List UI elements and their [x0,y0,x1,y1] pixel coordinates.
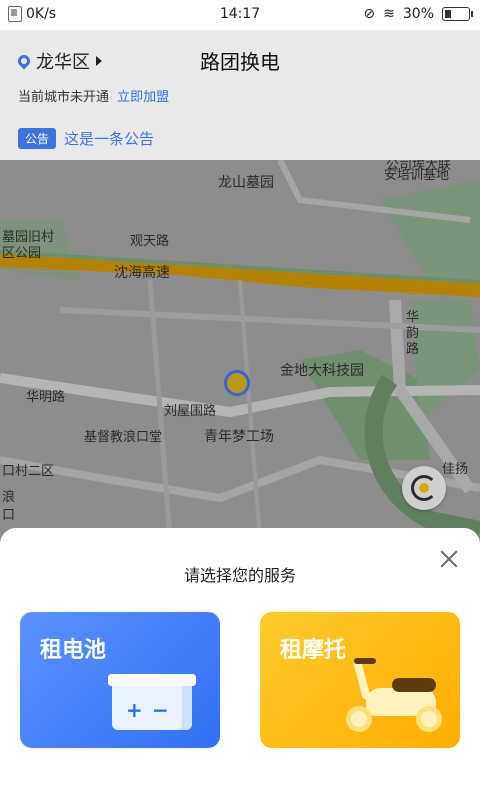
map-label: 路 [406,342,420,357]
map[interactable]: 龙山墓园 公司埃大联 安培训基地 墓园旧村 区公园 观天路 沈海高速 华 韵 路… [0,160,480,540]
announcement-badge: 公告 [18,128,57,149]
map-label: 沈海高速 [114,265,170,281]
refresh-location-icon [411,475,437,501]
map-label: 青年梦工场 [204,429,274,445]
current-location-marker [224,370,250,396]
map-label: 华明路 [26,390,66,405]
map-label: 区公园 [2,246,42,261]
map-label: 口 [2,508,16,523]
map-label: 佳扬 [442,462,469,477]
scooter-illustration-icon [340,654,450,734]
announcement-text: 这是一条公告 [64,130,155,148]
rent-motorbike-button[interactable]: 租摩托 [260,612,460,748]
join-link[interactable]: 立即加盟 [117,90,169,105]
map-label: 浪 [2,490,16,505]
battery-illustration-icon: + − [108,672,204,732]
map-label: 安培训基地 [384,168,450,183]
relocate-button[interactable] [402,466,446,510]
map-label: 基督教浪口堂 [84,430,163,445]
map-label: 观天路 [130,234,170,249]
map-label: 金地大科技园 [280,363,364,379]
status-right: ⊘ ≋ 30% [363,6,473,22]
rent-battery-label: 租电池 [40,638,107,663]
sheet-title: 请选择您的服务 [183,566,296,585]
battery-percent: 30% [402,6,434,22]
service-sheet: 请选择您的服务 租电池 + − 租摩托 [0,528,480,800]
status-bar: 0K/s 14:17 ⊘ ≋ 30% [0,0,480,30]
header: 龙华区 路团换电 当前城市未开通 立即加盟 公告 这是一条公告 [0,30,480,160]
not-open-text: 当前城市未开通 [18,90,110,105]
wifi-icon: ≋ [383,6,395,22]
city-notice: 当前城市未开通 立即加盟 [18,86,169,105]
rent-battery-button[interactable]: 租电池 + − [20,612,220,748]
rent-motorbike-label: 租摩托 [280,638,347,663]
close-icon[interactable] [438,548,460,570]
announcement[interactable]: 公告 这是一条公告 [18,128,154,149]
page-title: 路团换电 [200,50,280,74]
map-label: 口村二区 [2,464,55,479]
battery-icon [442,7,473,21]
map-label: 龙山墓园 [218,175,274,191]
mute-icon: ⊘ [363,6,376,22]
map-label: 刘屋围路 [164,404,217,419]
